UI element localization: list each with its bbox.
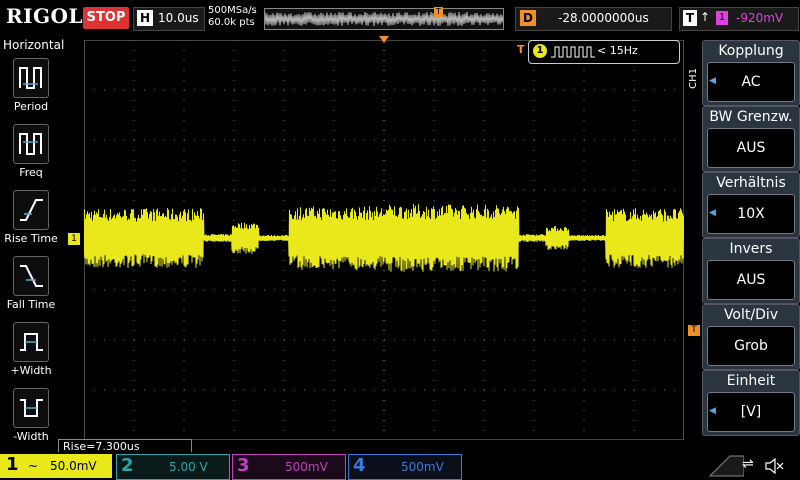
ch2-number: 2 [121,455,134,476]
memory-navigator [264,8,504,30]
ch4-scale: 500mV [401,460,444,474]
top-status-bar: RIGOL STOP H 10.0us 500MSa/s 60.0k pts T… [0,0,800,36]
trigger-position-marker: T [434,7,443,17]
invert-value: AUS [707,260,795,300]
timebase-display[interactable]: H 10.0us [133,7,205,31]
timebase-value: 10.0us [158,11,199,25]
memory-depth: 60.0k pts [208,17,255,28]
usb-icon: ⇌ [742,456,754,472]
neg-width-icon [13,388,49,428]
ch1-status[interactable]: 1 ~ 50.0mV [0,454,112,478]
freq-label: Freq [19,166,43,179]
period-icon [13,58,49,98]
invert-title: Invers [729,241,773,257]
measurement-menu: Horizontal Period Freq Rise Time Fall Ti… [0,38,65,443]
rise-time-icon [13,190,49,230]
neg-width-label: -Width [13,430,49,443]
probe-ratio-title: Verhältnis [716,175,786,191]
frequency-counter: 1 < 15Hz [528,40,680,64]
probe-ratio-value: 10X [707,194,795,234]
left-arrow-icon: ◀ [709,406,716,416]
speaker-mute-icon[interactable] [764,458,784,474]
timebase-label: H [137,10,153,26]
rise-time-label: Rise Time [4,232,58,245]
measure-freq-button[interactable]: Freq [0,120,62,186]
run-stop-status[interactable]: STOP [83,7,129,29]
pulse-train-icon [551,46,595,58]
ch1-offset-marker[interactable]: 1 [68,233,80,245]
menu-title: Horizontal [3,38,65,52]
ch3-status[interactable]: 3 500mV [232,454,346,480]
trigger-source: 1 [716,11,728,25]
fall-time-icon [13,256,49,296]
invert-button[interactable]: Invers AUS [702,238,800,304]
trigger-level: -920mV [736,11,784,25]
volts-div-title: Volt/Div [723,307,779,323]
fall-time-label: Fall Time [6,298,56,311]
unit-button[interactable]: Einheit [V] ◀ [702,370,800,436]
rising-edge-icon: ↑ [700,10,711,24]
brand-logo: RIGOL [6,4,84,28]
ch1-coupling-symbol: ~ [28,459,39,473]
left-arrow-icon: ◀ [709,76,716,86]
ch1-scale: 50.0mV [50,459,97,473]
bw-limit-button[interactable]: BW Grenzw. AUS [702,106,800,172]
freq-icon [13,124,49,164]
ch2-scale: 5.00 V [169,460,208,474]
freq-channel-badge: 1 [533,44,547,58]
left-arrow-icon: ◀ [709,208,716,218]
ch3-number: 3 [237,455,250,476]
measure-pos-width-button[interactable]: +Width [0,318,62,384]
volts-div-button[interactable]: Volt/Div Grob [702,304,800,370]
trigger-level-marker[interactable]: T [688,325,700,336]
measure-fall-time-button[interactable]: Fall Time [0,252,62,318]
probe-ratio-button[interactable]: Verhältnis 10X ◀ [702,172,800,238]
delay-value: -28.0000000us [558,11,649,25]
ch3-scale: 500mV [285,460,328,474]
pos-width-icon [13,322,49,362]
trigger-indicator: T [517,43,525,56]
waveform-display[interactable] [84,40,684,440]
measure-period-button[interactable]: Period [0,54,62,120]
freq-value: < 15Hz [597,44,638,57]
trigger-display[interactable]: T ↑ 1 -920mV [679,7,799,31]
ch4-status[interactable]: 4 500mV [348,454,462,480]
pos-width-label: +Width [10,364,52,377]
measure-rise-time-button[interactable]: Rise Time [0,186,62,252]
ch4-number: 4 [353,455,366,476]
trigger-label: T [683,10,697,26]
period-label: Period [13,100,49,113]
delay-display[interactable]: D -28.0000000us [515,7,672,31]
bw-limit-value: AUS [707,128,795,168]
volts-div-value: Grob [707,326,795,366]
memory-waveform-preview [264,11,504,27]
coupling-title: Kopplung [718,43,784,59]
ch2-status[interactable]: 2 5.00 V [116,454,230,480]
trigger-time-marker-icon [379,36,389,43]
sample-rate: 500MSa/s [208,5,257,16]
delay-label: D [520,10,536,26]
unit-title: Einheit [726,373,776,389]
unit-value: [V] [707,392,795,432]
coupling-value: AC [707,62,795,102]
channel-menu-label: CH1 [688,68,699,89]
ch1-number: 1 [6,454,19,475]
coupling-button[interactable]: Kopplung AC ◀ [702,40,800,106]
measure-neg-width-button[interactable]: -Width [0,384,62,450]
bw-limit-title: BW Grenzw. [709,109,793,125]
notification-shape-icon [708,455,744,477]
